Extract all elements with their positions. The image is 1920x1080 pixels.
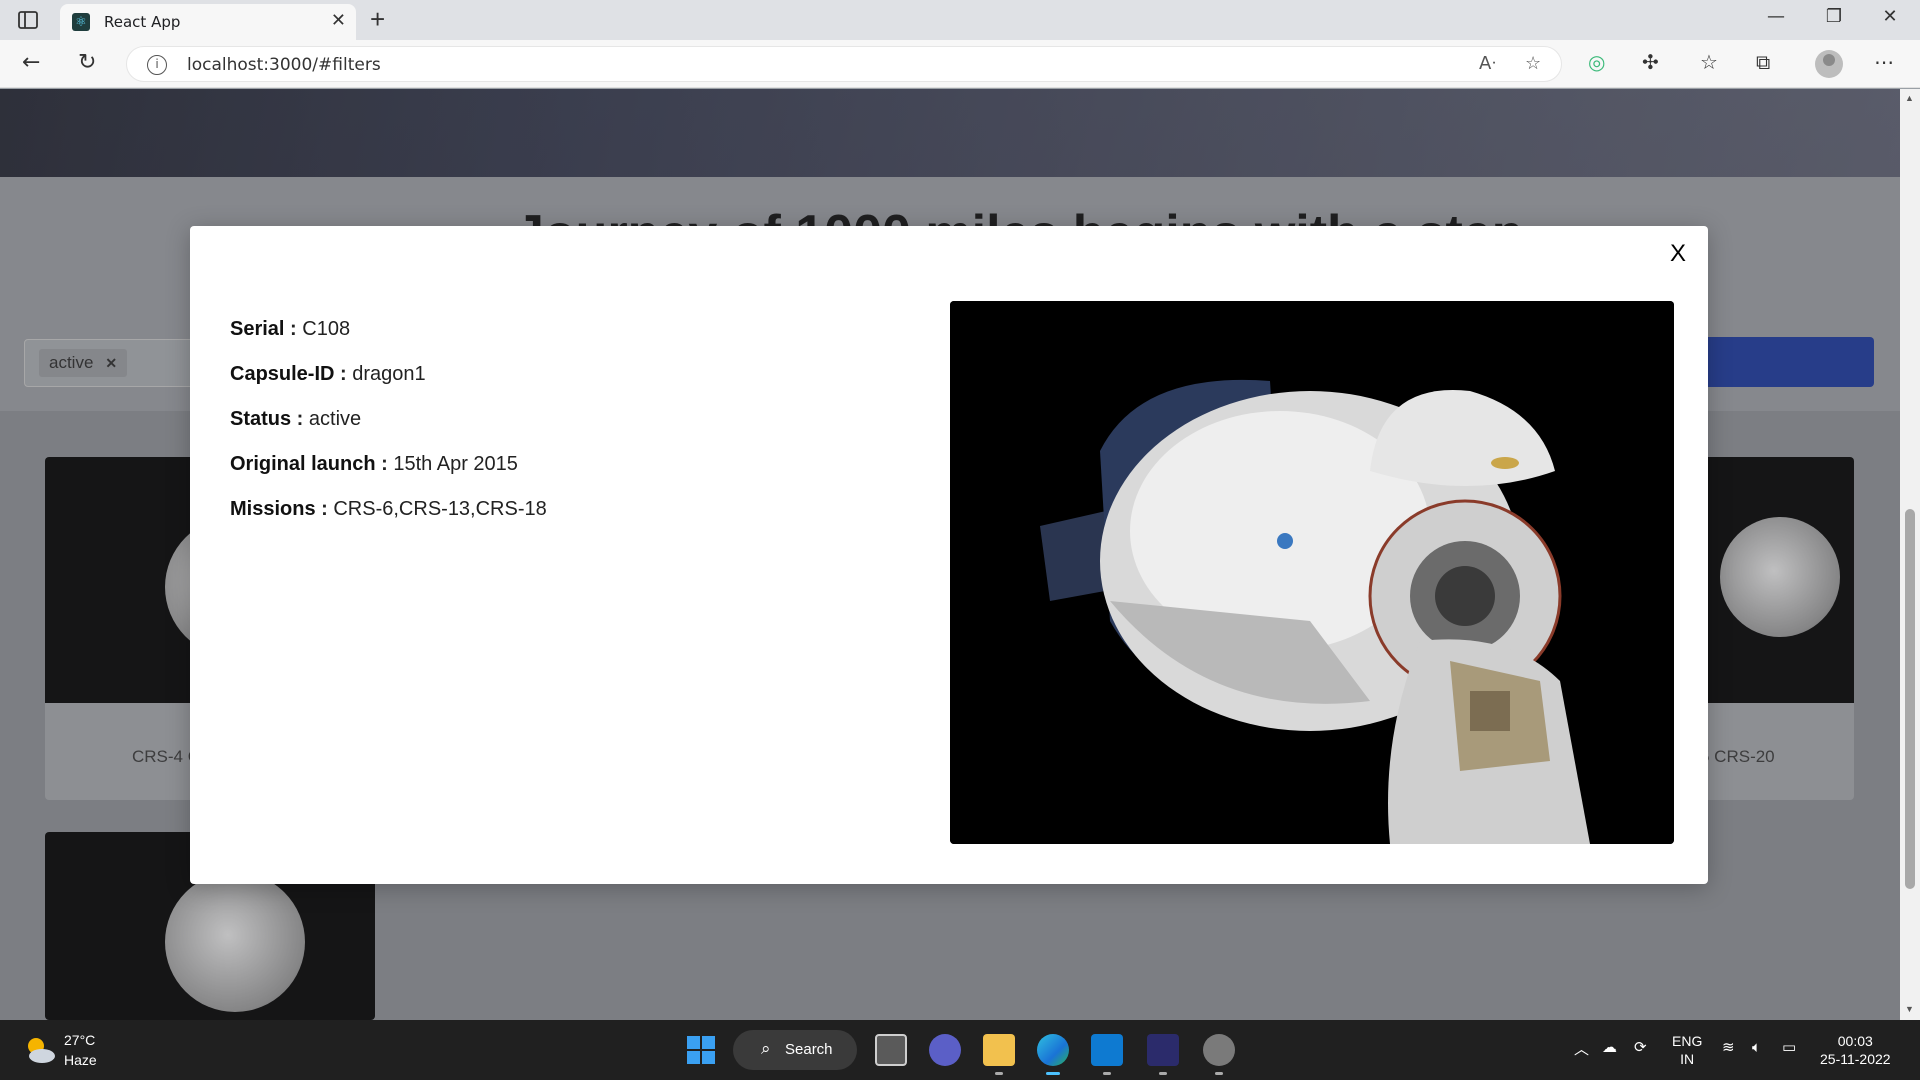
more-menu-icon[interactable]: ⋯ [1874,50,1894,74]
file-explorer-icon[interactable] [983,1034,1015,1066]
detail-capsule-id: Capsule-ID : dragon1 [230,363,426,385]
modal-close-button[interactable]: X [1670,240,1686,268]
address-bar[interactable]: i localhost:3000/#filters Aᐧ ☆ [126,46,1562,82]
windows-start-icon[interactable] [687,1036,715,1064]
vscode-icon[interactable] [1091,1034,1123,1066]
language-code: ENG [1672,1033,1703,1049]
volume-icon[interactable]: 🔈︎ [1752,1038,1761,1056]
terminal-icon[interactable] [1147,1034,1179,1066]
edge-browser-icon[interactable] [1037,1034,1069,1066]
clock-time: 00:03 [1837,1033,1873,1049]
app-running-indicator [995,1072,1003,1075]
app-running-indicator [1215,1072,1223,1075]
profile-avatar[interactable] [1815,50,1843,78]
task-view-icon[interactable] [875,1034,907,1066]
tab-actions-icon[interactable] [16,8,40,32]
capsule-details: Serial : C108 Capsule-ID : dragon1 Statu… [230,318,547,543]
capsule-image [950,301,1674,844]
settings-gear-icon[interactable] [1203,1034,1235,1066]
new-tab-icon[interactable]: + [370,4,385,35]
refresh-icon[interactable]: ↻ [78,50,96,75]
tab-title: React App [104,13,181,31]
detail-serial: Serial : C108 [230,318,351,340]
teams-chat-icon[interactable] [929,1034,961,1066]
restore-icon[interactable]: ❐ [1814,6,1854,27]
onedrive-cloud-icon[interactable]: ☁ [1602,1038,1617,1056]
app-running-indicator [1103,1072,1111,1075]
detail-original-launch: Original launch : 15th Apr 2015 [230,453,518,475]
weather-condition[interactable]: Haze [64,1052,97,1068]
site-info-icon[interactable]: i [147,55,167,75]
scroll-up-icon[interactable]: ▲ [1905,93,1914,103]
read-aloud-icon[interactable]: Aᐧ [1479,53,1496,74]
battery-icon[interactable]: ▭ [1782,1038,1796,1056]
window-close-icon[interactable]: ✕ [1870,6,1910,27]
back-icon[interactable]: ← [22,50,40,75]
browser-tab-bar: ⚛ React App ✕ + — ❐ ✕ [0,0,1920,40]
taskbar: 27°C Haze ⌕ Search ︿ ☁ ⟳ ENG IN ≋ 🔈︎ ▭ 0… [0,1020,1920,1080]
collections-icon[interactable]: ⧉ [1756,50,1770,74]
search-icon: ⌕ [761,1039,771,1059]
favorites-icon[interactable]: ☆ [1700,50,1718,74]
capsule-detail-modal: X Serial : C108 Capsule-ID : dragon1 Sta… [190,226,1708,884]
minimize-icon[interactable]: — [1756,6,1796,27]
add-favorite-icon[interactable]: ☆ [1525,53,1541,74]
weather-temperature[interactable]: 27°C [64,1032,95,1048]
scroll-thumb[interactable] [1905,509,1915,889]
detail-status: Status : active [230,408,362,430]
page-scrollbar[interactable]: ▲ ▼ [1900,89,1920,1020]
detail-missions: Missions : CRS-6,CRS-13,CRS-18 [230,498,547,520]
clock-date: 25-11-2022 [1820,1051,1891,1067]
system-clock[interactable]: 00:03 25-11-2022 [1820,1032,1891,1068]
show-hidden-icons[interactable]: ︿ [1574,1038,1589,1059]
sync-icon[interactable]: ⟳ [1634,1038,1647,1056]
extension-icon[interactable]: ◎ [1588,50,1605,74]
region-code: IN [1680,1051,1695,1067]
app-running-indicator [1159,1072,1167,1075]
app-active-indicator [1046,1072,1060,1075]
browser-tab[interactable]: ⚛ React App ✕ [60,4,356,40]
address-toolbar: ← ↻ i localhost:3000/#filters Aᐧ ☆ [0,40,1920,88]
wifi-icon[interactable]: ≋ [1722,1038,1735,1056]
scroll-down-icon[interactable]: ▼ [1905,1004,1914,1014]
taskbar-search-button[interactable]: ⌕ Search [733,1030,857,1070]
extensions-puzzle-icon[interactable]: ✣ [1642,50,1659,74]
weather-haze-icon[interactable] [22,1032,58,1068]
tab-close-icon[interactable]: ✕ [331,10,346,31]
react-favicon-icon: ⚛ [72,13,90,31]
search-label: Search [785,1041,833,1058]
language-indicator[interactable]: ENG IN [1672,1032,1702,1068]
url-text[interactable]: localhost:3000/#filters [187,55,381,75]
